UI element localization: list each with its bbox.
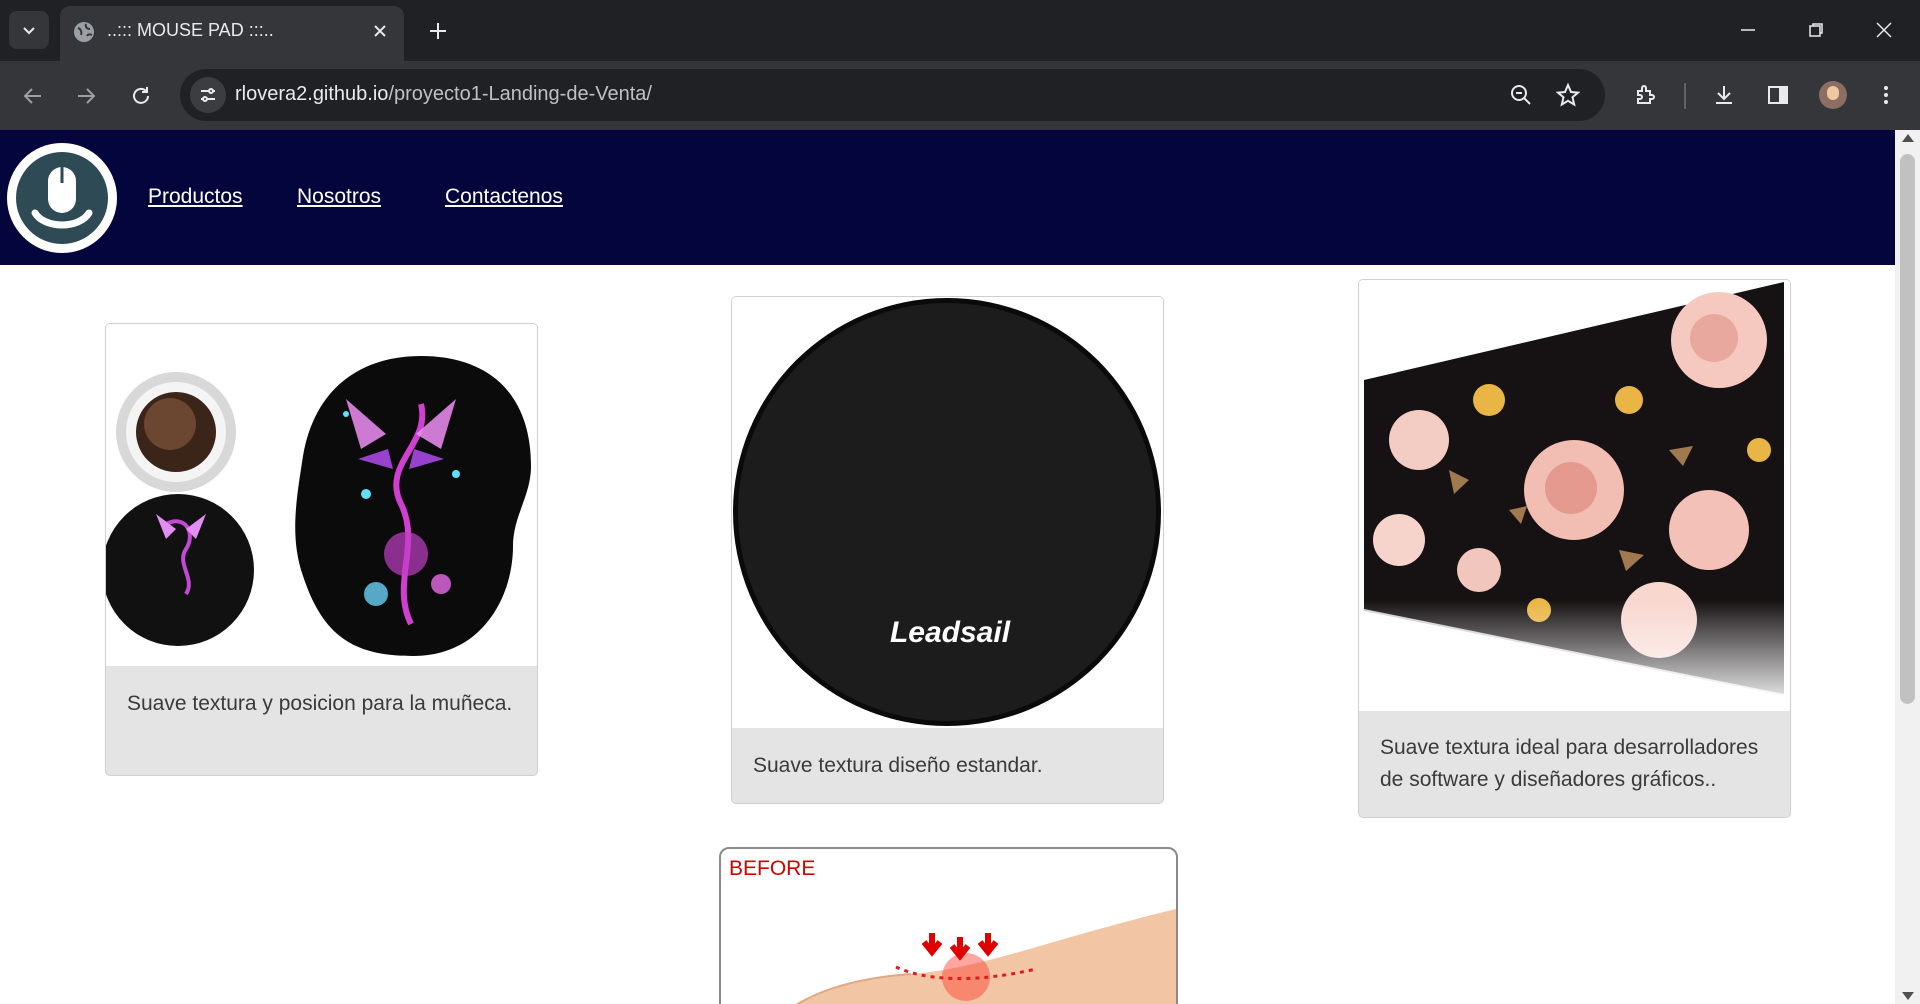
restore-button[interactable] — [1794, 13, 1838, 47]
nav-link-contactenos[interactable]: Contactenos — [445, 185, 563, 209]
minimize-button[interactable] — [1726, 13, 1770, 47]
scroll-up-arrow-icon[interactable] — [1902, 134, 1914, 142]
url-path: /proyecto1-Landing-de-Venta/ — [388, 83, 652, 105]
product-description: Suave textura ideal para desarrolladores… — [1380, 736, 1759, 791]
minimize-icon — [1741, 29, 1755, 31]
new-tab-button[interactable] — [424, 17, 452, 45]
logo[interactable] — [7, 143, 117, 253]
forward-button[interactable] — [69, 79, 103, 113]
browser-tabstrip: ..::: MOUSE PAD :::.. — [0, 0, 1920, 61]
bookmark-star-icon[interactable] — [1554, 81, 1582, 109]
product-card[interactable]: Suave textura y posicion para la muñeca. — [105, 323, 538, 776]
close-tab-icon[interactable] — [368, 19, 392, 43]
product-image-butterfly — [106, 324, 537, 666]
tab-search-button[interactable] — [9, 11, 49, 49]
page-scrollbar[interactable] — [1895, 130, 1920, 1004]
product-description: Suave textura diseño estandar. — [753, 754, 1043, 777]
nav-link-nosotros[interactable]: Nosotros — [297, 185, 381, 209]
tune-icon — [201, 88, 215, 102]
before-wrist-image: BEFORE — [719, 847, 1178, 1004]
browser-toolbar: rlovera2.github.io/proyecto1-Landing-de-… — [0, 61, 1920, 130]
chevron-down-icon — [23, 27, 35, 35]
site-info-button[interactable] — [190, 77, 226, 113]
plus-icon — [430, 23, 446, 39]
scroll-down-arrow-icon[interactable] — [1902, 992, 1914, 1000]
product-card[interactable]: Leadsail Suave textura diseño estandar. — [731, 296, 1164, 804]
nav-link-productos[interactable]: Productos — [148, 185, 243, 209]
product-card[interactable]: Suave textura ideal para desarrolladores… — [1358, 279, 1791, 818]
close-icon — [1876, 22, 1892, 38]
restore-icon — [1809, 23, 1823, 37]
tab-title: ..::: MOUSE PAD :::.. — [107, 20, 274, 40]
site-header: Productos Nosotros Contactenos — [0, 130, 1895, 265]
download-icon[interactable] — [1706, 77, 1742, 113]
url-text[interactable]: rlovera2.github.io/proyecto1-Landing-de-… — [235, 83, 652, 106]
product-image-round-mousepad: Leadsail — [732, 297, 1163, 728]
profile-avatar[interactable] — [1819, 81, 1847, 109]
product-description: Suave textura y posicion para la muñeca. — [127, 692, 513, 715]
close-window-button[interactable] — [1862, 13, 1906, 47]
side-panel-icon[interactable] — [1760, 77, 1796, 113]
toolbar-separator — [1684, 83, 1686, 109]
arrow-left-icon — [23, 88, 41, 104]
brand-logo-text: Leadsail — [890, 616, 1011, 649]
globe-icon — [72, 20, 96, 44]
extensions-icon[interactable] — [1628, 77, 1664, 113]
mouse-icon — [16, 152, 108, 244]
scrollbar-thumb[interactable] — [1900, 154, 1915, 704]
zoom-icon[interactable] — [1507, 81, 1535, 109]
reload-icon — [133, 87, 149, 104]
page-viewport: Productos Nosotros Contactenos Suave tex… — [0, 130, 1895, 1004]
reload-button[interactable] — [124, 79, 158, 113]
arrow-right-icon — [78, 88, 96, 104]
menu-kebab-icon[interactable] — [1868, 77, 1904, 113]
address-bar[interactable]: rlovera2.github.io/proyecto1-Landing-de-… — [180, 69, 1605, 121]
back-button[interactable] — [16, 79, 50, 113]
url-host: rlovera2.github.io — [235, 83, 389, 105]
browser-tab-active[interactable]: ..::: MOUSE PAD :::.. — [60, 6, 404, 61]
product-image-floral-desk-mat — [1359, 280, 1790, 711]
